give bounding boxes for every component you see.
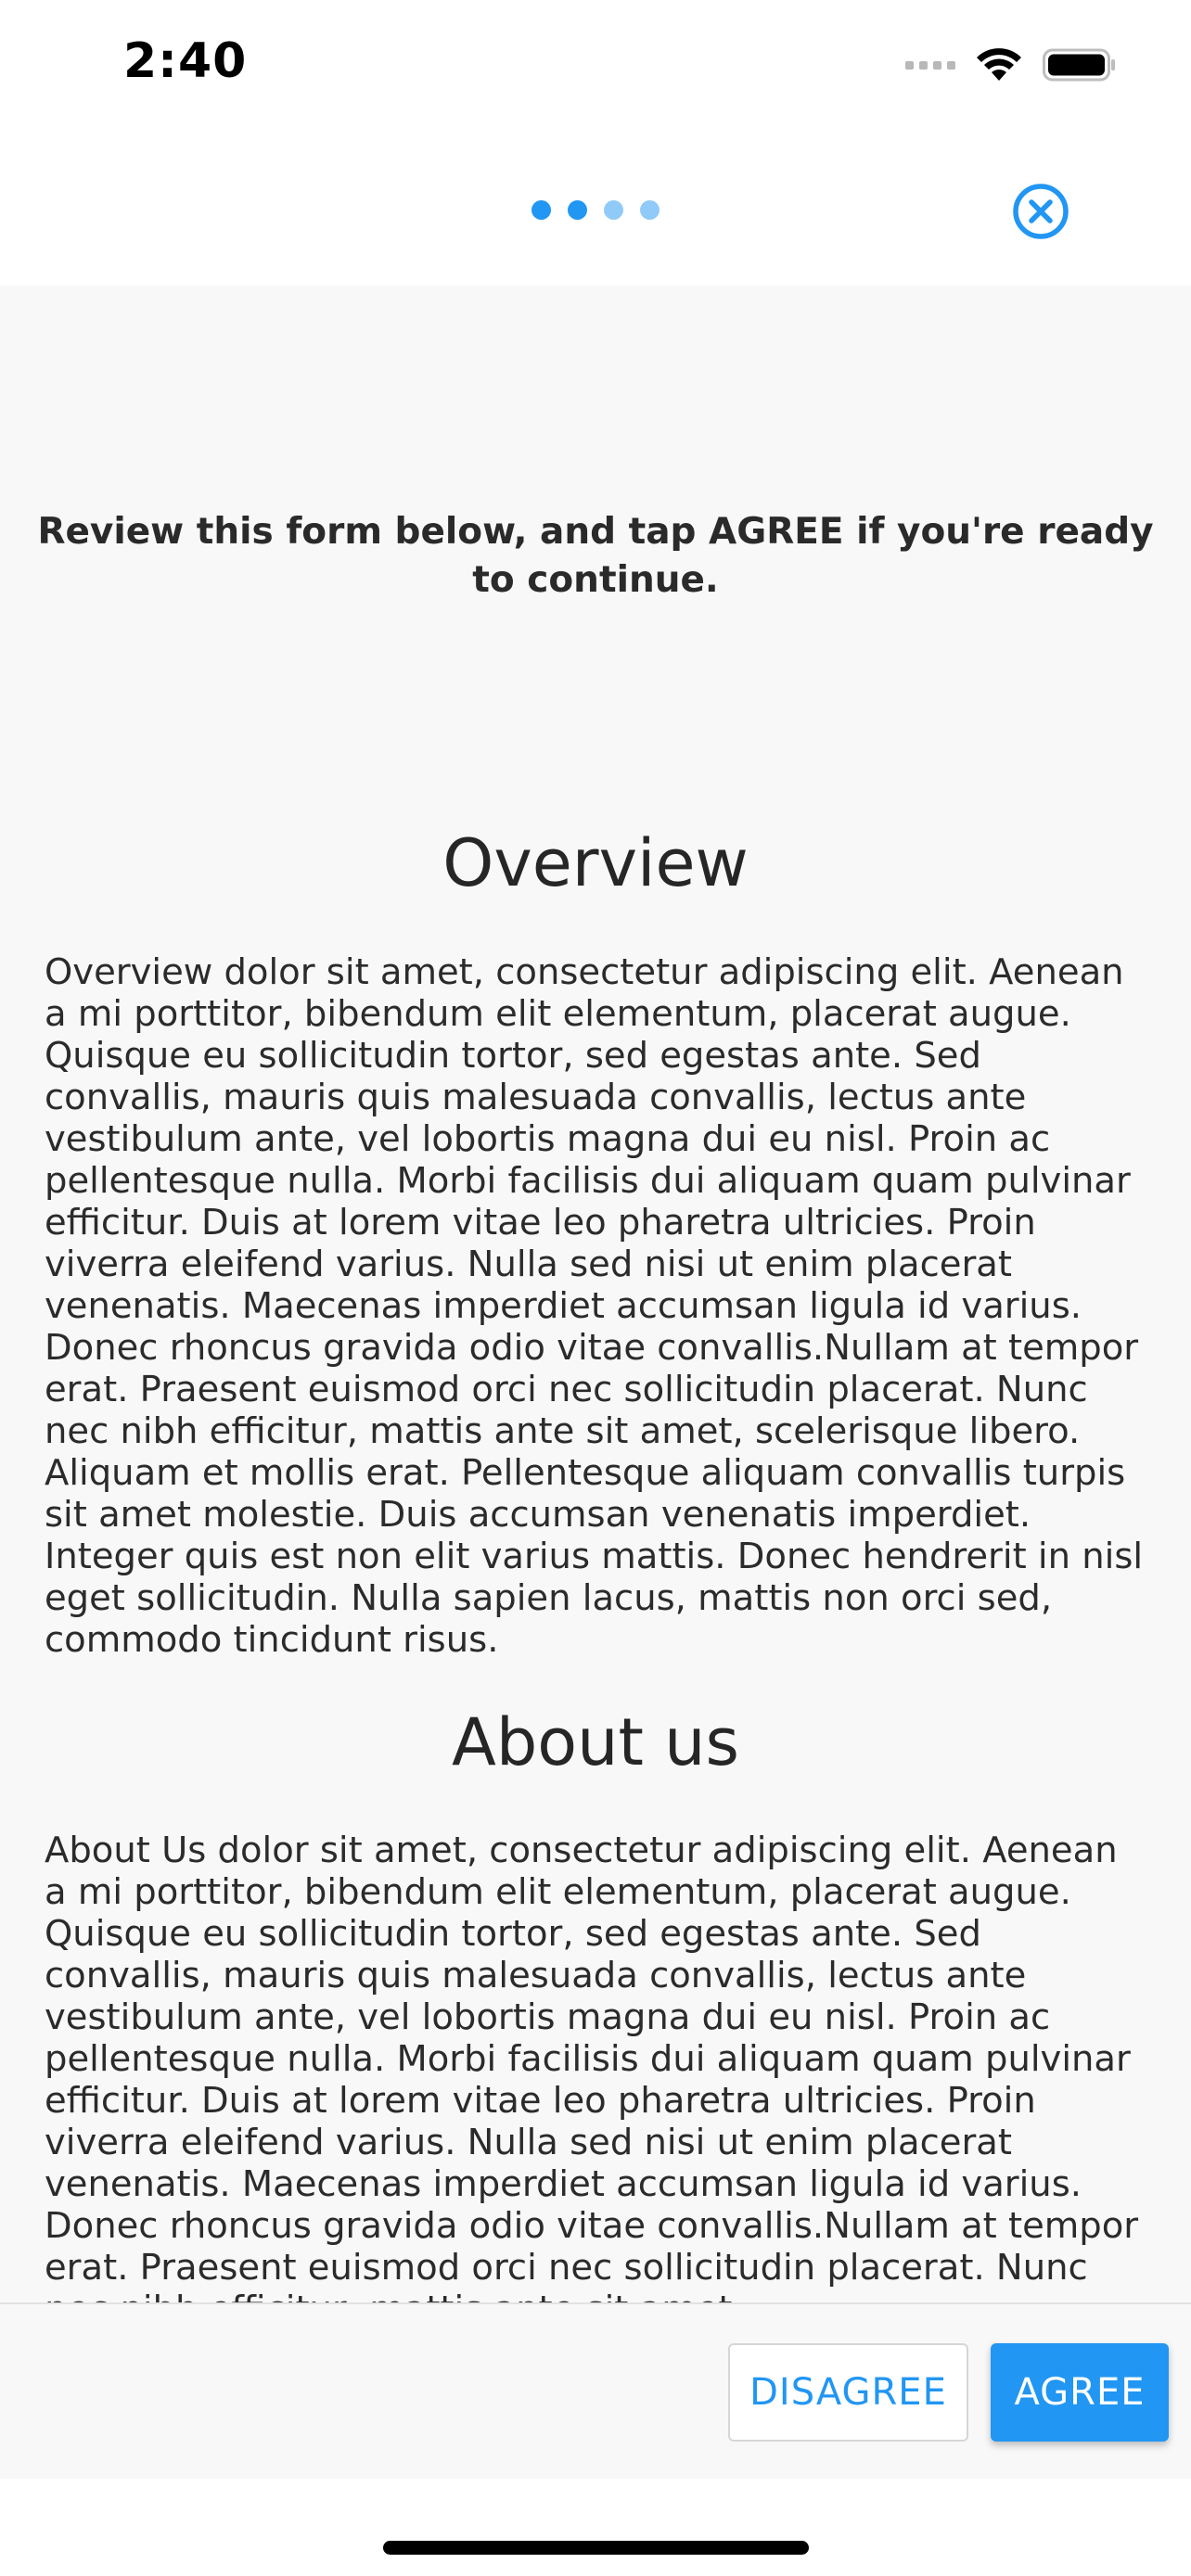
overview-title: Overview	[442, 825, 749, 901]
footer-actions: DISAGREE AGREE	[0, 2302, 1191, 2480]
status-time: 2:40	[123, 33, 248, 89]
step-dot	[640, 200, 660, 220]
instruction-text: Review this form below, and tap AGREE if…	[37, 511, 1154, 601]
step-dot	[568, 200, 587, 220]
step-dot	[531, 200, 551, 220]
top-navigation	[0, 130, 1191, 286]
form-content[interactable]: Review this form below, and tap AGREE if…	[0, 286, 1191, 2302]
status-icons	[905, 46, 1117, 83]
battery-icon	[1043, 46, 1117, 83]
about-us-body: About Us dolor sit amet, consectetur adi…	[45, 1830, 1139, 2302]
close-button[interactable]	[1011, 182, 1070, 241]
agree-button[interactable]: AGREE	[991, 2343, 1169, 2442]
home-area	[0, 2479, 1191, 2576]
step-indicator	[531, 200, 660, 220]
overview-body: Overview dolor sit amet, consectetur adi…	[45, 951, 1144, 1661]
home-indicator[interactable]	[383, 2541, 809, 2555]
disagree-button[interactable]: DISAGREE	[728, 2343, 968, 2442]
about-us-title: About us	[451, 1704, 740, 1780]
wifi-icon	[976, 47, 1022, 83]
status-bar: 2:40	[0, 0, 1191, 130]
cellular-signal-icon	[905, 60, 955, 70]
close-circle-icon	[1013, 184, 1069, 239]
step-dot	[604, 200, 623, 220]
